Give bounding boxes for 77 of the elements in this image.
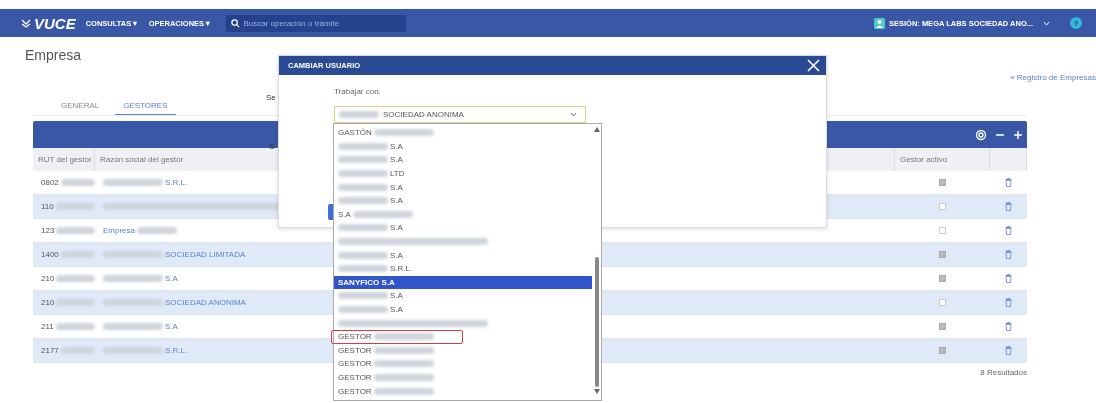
covered-text: Se [266,93,276,102]
redacted-blur [55,203,95,210]
redacted-blur [56,275,95,282]
checkbox[interactable] [939,203,946,210]
tab[interactable]: GENERAL [53,99,108,115]
table-cell: 210 [41,274,55,283]
user-icon [873,17,885,29]
dropdown-option[interactable]: S.A [334,207,592,222]
help-button[interactable]: ? [1070,17,1082,29]
table-cell: S.R.L. [165,178,188,187]
dropdown-option[interactable]: SANYFICO S.A [334,275,592,290]
redacted-blur [55,323,95,330]
redacted-blur [56,227,95,234]
dropdown-option[interactable]: S.A [334,302,592,317]
checkbox[interactable] [939,227,946,234]
table-cell: 0802 [41,178,59,187]
dropdown-option[interactable]: S.A [334,193,592,208]
covered-text: S [269,142,275,151]
table-cell: Empresa [103,226,135,235]
checkbox[interactable] [939,251,946,258]
redacted-blur [60,251,95,258]
search-field[interactable]: Buscar operación o trámite [225,14,406,32]
dropdown-option[interactable]: GASTÓN [334,126,592,140]
checkbox[interactable] [939,179,946,186]
results-count: 8 Resultados [980,368,1027,377]
table-cell: 123 [41,226,55,235]
table-cell: 1400 [41,250,59,259]
chevron-down-icon[interactable] [1043,20,1050,26]
dropdown-option[interactable]: GESTOR [334,384,592,398]
table-cell: S.R.L. [165,346,188,355]
select-field[interactable]: SOCIEDAD ANONIMA [334,106,586,123]
field-label: Trabajar con: [334,87,381,96]
search-icon [230,18,240,28]
table-cell: S.A [165,274,178,283]
close-icon[interactable] [807,59,820,72]
dropdown-option[interactable]: S.R.L. [334,261,592,276]
checkbox[interactable] [939,323,946,330]
plus-icon[interactable] [1013,129,1023,140]
dropdown-option[interactable]: GESTOR [331,329,463,344]
trash-icon[interactable] [1005,202,1012,211]
table-cell: SOCIEDAD LIMITADA [165,250,246,259]
redacted-blur [60,347,95,354]
trash-icon[interactable] [1005,178,1012,187]
page-title: Empresa [25,46,83,63]
dropdown-option[interactable]: GESTOR [334,357,592,371]
table-cell: 211 [41,322,54,331]
scroll-up-icon[interactable] [593,127,600,132]
table-cell: S.A [165,322,178,331]
table-cell: 210 [41,298,55,307]
checkbox[interactable] [939,275,946,282]
logo-text[interactable]: VUCE [34,14,76,32]
checkbox[interactable] [939,299,946,306]
dropdown-option[interactable]: S.A [334,221,592,235]
breadcrumb-link[interactable]: « Registro de Empresas [1010,73,1096,87]
trash-icon[interactable] [1005,298,1012,307]
emblem-icon [20,17,32,29]
table-cell: 110 [41,202,54,211]
scroll-down-icon[interactable] [593,389,600,394]
settings-icon[interactable] [975,128,987,141]
dropdown-option[interactable]: S.A [334,180,592,194]
redacted-blur [56,299,95,306]
chevron-down-icon [570,112,577,117]
dropdown-option[interactable]: GESTOR [334,370,592,385]
trash-icon[interactable] [1005,226,1012,235]
dropdown-option[interactable]: GESTOR [334,343,592,358]
redacted-blur [60,179,95,186]
trash-icon[interactable] [1005,346,1012,355]
dropdown-option[interactable]: S.A [334,289,592,303]
tab[interactable]: GESTORES [115,99,176,115]
trash-icon[interactable] [1005,250,1012,259]
checkbox[interactable] [939,347,946,354]
table-cell: SOCIEDAD ANONIMA [165,298,246,307]
trash-icon[interactable] [1005,322,1012,331]
table-cell: 2177 [41,346,59,355]
dropdown-option[interactable]: S.A [334,248,592,262]
dropdown-option[interactable]: S.A [334,153,592,167]
trash-icon[interactable] [1005,274,1012,283]
